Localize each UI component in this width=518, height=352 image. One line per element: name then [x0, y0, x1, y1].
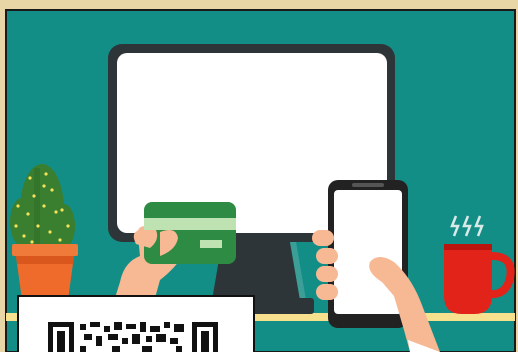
illustration-frame	[0, 0, 518, 352]
flower-pot	[12, 244, 78, 300]
credit-card-icon	[144, 202, 236, 264]
payment-illustration	[0, 0, 518, 352]
qr-code-card	[17, 295, 255, 352]
smartphone-icon[interactable]	[328, 180, 408, 328]
